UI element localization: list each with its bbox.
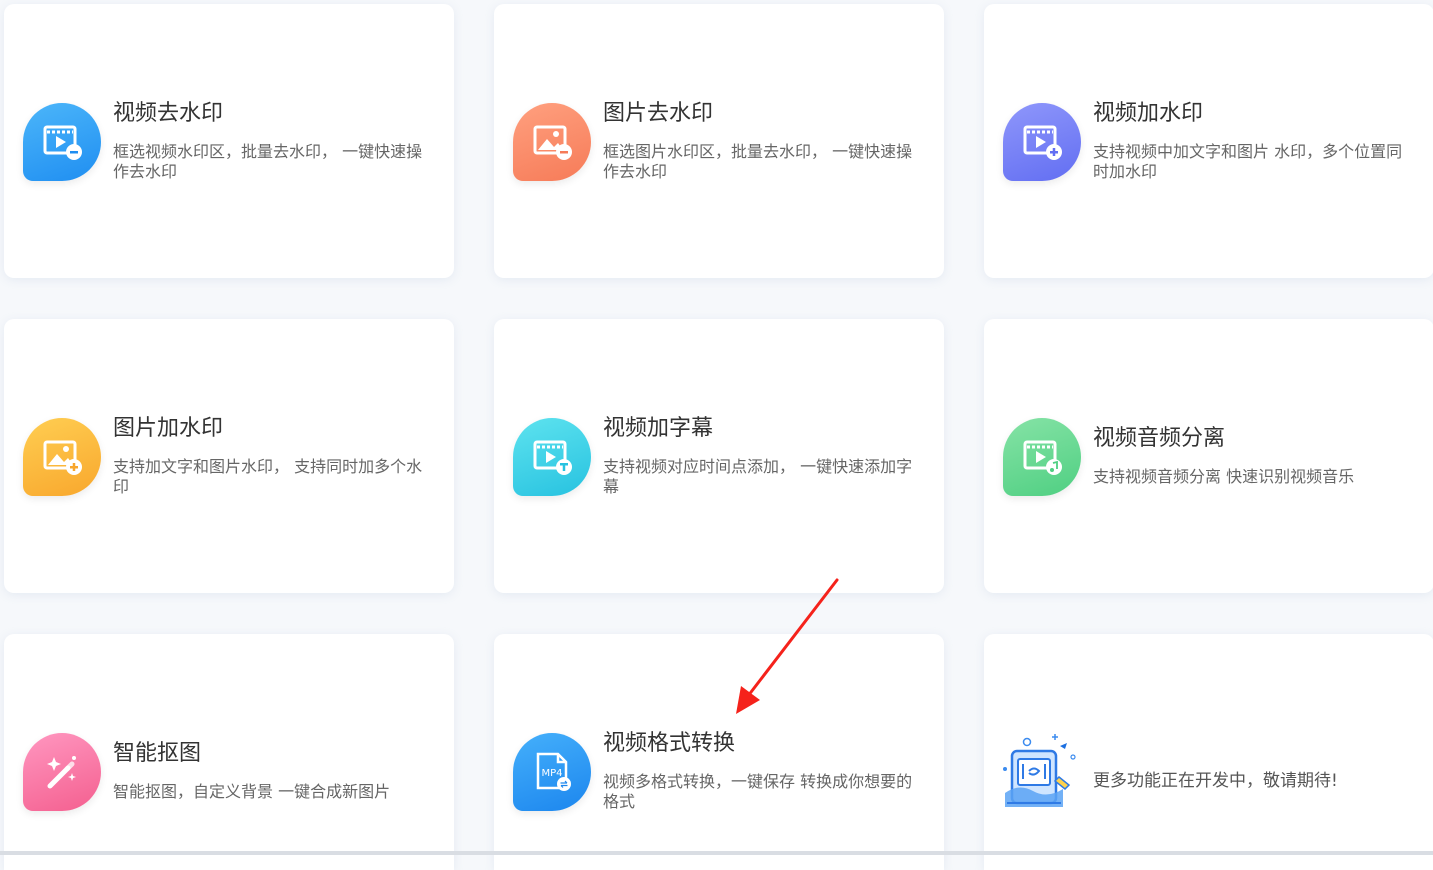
card-more-coming-soon: 更多功能正在开发中，敬请期待! — [984, 634, 1433, 870]
card-title: 图片去水印 — [603, 101, 714, 126]
coming-soon-text: 更多功能正在开发中，敬请期待! — [1093, 771, 1338, 791]
under-construction-illustration — [1003, 734, 1076, 807]
card-description: 支持视频音频分离 快速识别视频音乐 — [1093, 467, 1355, 486]
card-title: 视频音频分离 — [1093, 426, 1226, 451]
card-image-remove-watermark[interactable]: 图片去水印 框选图片水印区，批量去水印， 一键快速操作去水印 — [494, 4, 944, 278]
card-title: 视频加字幕 — [603, 416, 714, 441]
bottom-border — [0, 851, 1433, 855]
video-text-icon — [513, 418, 591, 496]
card-video-audio-separate[interactable]: 视频音频分离 支持视频音频分离 快速识别视频音乐 — [984, 319, 1433, 593]
card-video-format-convert[interactable]: MP4 视频格式转换 视频多格式转换，一键保存 转换成你想要的格式 — [494, 634, 944, 870]
card-description: 视频多格式转换，一键保存 转换成你想要的格式 — [603, 772, 913, 811]
card-description: 支持视频对应时间点添加， 一键快速添加字幕 — [603, 457, 913, 496]
card-title: 智能抠图 — [113, 741, 202, 766]
card-title: 视频去水印 — [113, 101, 224, 126]
video-plus-icon — [1003, 103, 1081, 181]
card-title: 视频格式转换 — [603, 731, 736, 756]
card-video-add-watermark[interactable]: 视频加水印 支持视频中加文字和图片 水印，多个位置同时加水印 — [984, 4, 1433, 278]
card-description: 支持加文字和图片水印， 支持同时加多个水印 — [113, 457, 423, 496]
card-description: 智能抠图，自定义背景 一键合成新图片 — [113, 782, 391, 801]
card-smart-cutout[interactable]: 智能抠图 智能抠图，自定义背景 一键合成新图片 — [4, 634, 454, 870]
card-description: 框选视频水印区，批量去水印， 一键快速操作去水印 — [113, 142, 423, 181]
magic-wand-icon — [23, 733, 101, 811]
card-description: 支持视频中加文字和图片 水印，多个位置同时加水印 — [1093, 142, 1403, 181]
mp4-file-icon: MP4 — [513, 733, 591, 811]
card-video-remove-watermark[interactable]: 视频去水印 框选视频水印区，批量去水印， 一键快速操作去水印 — [4, 4, 454, 278]
card-title: 图片加水印 — [113, 416, 224, 441]
mp4-badge-text: MP4 — [541, 768, 562, 779]
video-minus-icon — [23, 103, 101, 181]
card-description: 框选图片水印区，批量去水印， 一键快速操作去水印 — [603, 142, 913, 181]
card-title: 视频加水印 — [1093, 101, 1204, 126]
image-plus-icon — [23, 418, 101, 496]
image-minus-icon — [513, 103, 591, 181]
video-music-icon — [1003, 418, 1081, 496]
card-video-add-subtitle[interactable]: 视频加字幕 支持视频对应时间点添加， 一键快速添加字幕 — [494, 319, 944, 593]
card-image-add-watermark[interactable]: 图片加水印 支持加文字和图片水印， 支持同时加多个水印 — [4, 319, 454, 593]
